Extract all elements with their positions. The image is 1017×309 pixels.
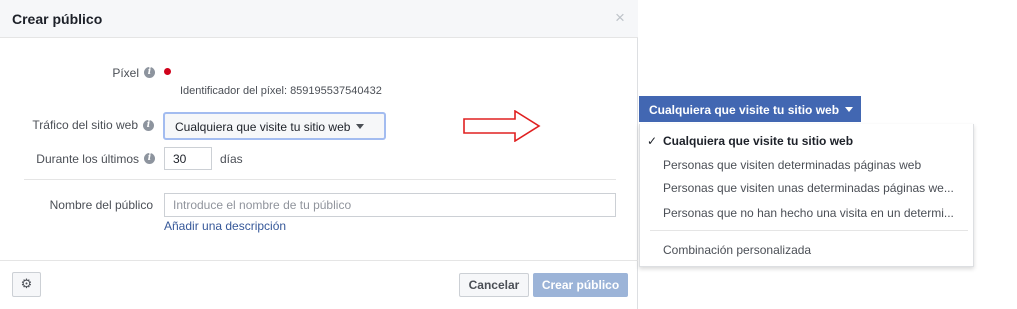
caret-down-icon	[356, 124, 365, 129]
create-audience-dialog: Crear público × Píxel i Identificador de…	[0, 0, 638, 309]
pixel-label: Píxel	[112, 66, 139, 80]
info-icon[interactable]: i	[143, 120, 154, 131]
duration-unit: días	[220, 152, 243, 166]
create-audience-button[interactable]: Crear público	[533, 273, 628, 297]
audience-name-label: Nombre del público	[49, 198, 153, 212]
gear-icon: ⚙	[20, 276, 33, 291]
traffic-dropdown-menu: ✓ Cualquiera que visite tu sitio web Per…	[639, 124, 974, 267]
add-description-link[interactable]: Añadir una descripción	[164, 219, 286, 233]
traffic-select-value: Cualquiera que visite tu sitio web	[175, 120, 351, 134]
dropdown-separator	[650, 230, 968, 231]
duration-input[interactable]: 30	[164, 147, 212, 170]
dropdown-option-custom[interactable]: Combinación personalizada	[663, 243, 968, 257]
cancel-button[interactable]: Cancelar	[459, 273, 529, 297]
pixel-status-dot	[164, 68, 171, 75]
dropdown-option-not-visited[interactable]: Personas que no han hecho una visita en …	[663, 206, 968, 220]
right-arrow-icon	[463, 110, 541, 142]
pixel-identifier: Identificador del píxel: 859195537540432	[180, 85, 382, 97]
traffic-dropdown-button[interactable]: Cualquiera que visite tu sitio web	[639, 96, 861, 122]
dialog-title: Crear público	[12, 11, 103, 27]
info-icon[interactable]: i	[144, 67, 155, 78]
dropdown-option-certain-pages[interactable]: Personas que visiten unas determinadas p…	[663, 181, 968, 195]
checkmark-icon: ✓	[647, 134, 658, 148]
traffic-select[interactable]: Cualquiera que visite tu sitio web	[163, 112, 386, 140]
dropdown-option-anyone[interactable]: Cualquiera que visite tu sitio web	[663, 134, 968, 148]
duration-label: Durante los últimos	[36, 152, 139, 166]
traffic-label: Tráfico del sitio web	[32, 118, 138, 132]
info-icon[interactable]: i	[144, 153, 155, 164]
caret-down-icon	[845, 107, 854, 112]
settings-button[interactable]: ⚙	[12, 272, 41, 297]
traffic-dropdown-value: Cualquiera que visite tu sitio web	[649, 103, 840, 117]
footer-divider	[0, 260, 638, 261]
divider	[24, 179, 616, 180]
dialog-header: Crear público ×	[0, 0, 638, 38]
close-icon[interactable]: ×	[615, 9, 625, 26]
audience-name-input[interactable]	[164, 193, 616, 217]
dropdown-option-specific-pages[interactable]: Personas que visiten determinadas página…	[663, 158, 968, 172]
